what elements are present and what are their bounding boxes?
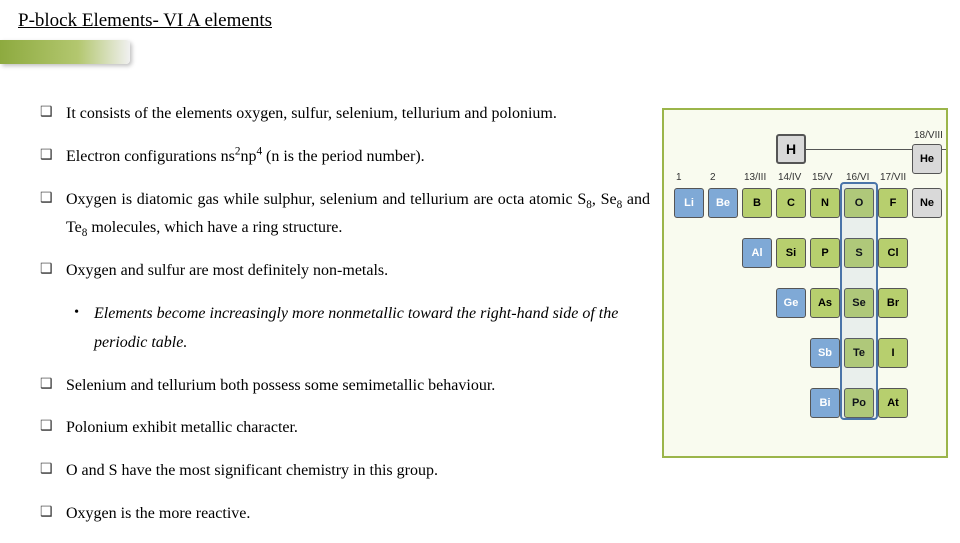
bullet-item: Selenium and tellurium both possess some… (40, 372, 650, 401)
bullet-list: It consists of the elements oxygen, sulf… (40, 100, 650, 529)
element-cell: Cl (878, 238, 908, 268)
group-label: 16/VI (846, 172, 869, 183)
element-cell: Li (674, 188, 704, 218)
element-cell: Be (708, 188, 738, 218)
bullet-item: Polonium exhibit metallic character. (40, 414, 650, 443)
periodic-table-figure: 1 2 13/III 14/IV 15/V 16/VI 17/VII 18/VIII H He Li… (662, 108, 948, 458)
element-cell: I (878, 338, 908, 368)
element-cell: O (844, 188, 874, 218)
element-cell: Al (742, 238, 772, 268)
element-cell: Te (844, 338, 874, 368)
element-cell: Se (844, 288, 874, 318)
bullet-item: Oxygen is the more reactive. (40, 500, 650, 529)
element-cell: Si (776, 238, 806, 268)
element-cell: As (810, 288, 840, 318)
group-label: 13/III (744, 172, 766, 183)
element-cell: Ge (776, 288, 806, 318)
element-cell: S (844, 238, 874, 268)
group-label: 15/V (812, 172, 833, 183)
sub-bullet: Elements become increasingly more nonmet… (40, 300, 650, 358)
page-title: P-block Elements- VI A elements (18, 10, 272, 32)
element-cell-h: H (776, 134, 806, 164)
bullet-item: O and S have the most significant chemis… (40, 457, 650, 486)
element-cell: Br (878, 288, 908, 318)
body-content: It consists of the elements oxygen, sulf… (40, 100, 650, 543)
group-label: 18/VIII (914, 130, 943, 141)
element-cell: N (810, 188, 840, 218)
bullet-item: It consists of the elements oxygen, sulf… (40, 100, 650, 129)
element-cell: C (776, 188, 806, 218)
group-label: 2 (710, 172, 716, 183)
element-cell: Bi (810, 388, 840, 418)
element-cell: P (810, 238, 840, 268)
element-cell: F (878, 188, 908, 218)
bullet-item: Oxygen is diatomic gas while sulphur, se… (40, 186, 650, 244)
bullet-item: Oxygen and sulfur are most definitely no… (40, 257, 650, 286)
element-cell: B (742, 188, 772, 218)
element-cell: At (878, 388, 908, 418)
element-cell: Po (844, 388, 874, 418)
group-label: 14/IV (778, 172, 801, 183)
accent-bar (0, 40, 130, 64)
group-label: 1 (676, 172, 682, 183)
element-cell-he: He (912, 144, 942, 174)
element-cell: Sb (810, 338, 840, 368)
element-cell: Ne (912, 188, 942, 218)
group-label: 17/VII (880, 172, 906, 183)
bullet-item: Electron configurations ns2np4 (n is the… (40, 143, 650, 172)
